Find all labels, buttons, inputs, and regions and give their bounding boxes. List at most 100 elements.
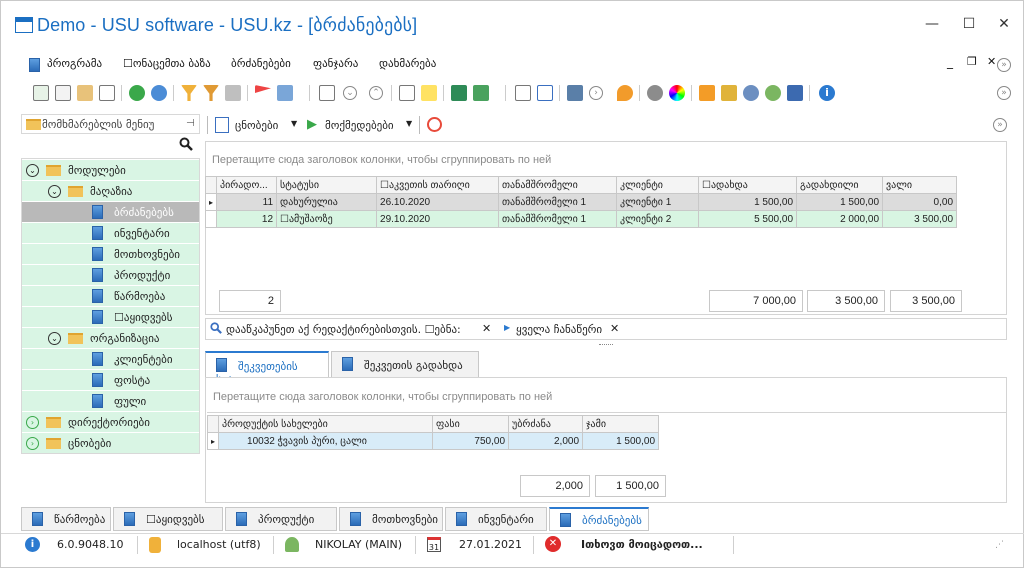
- excel-export-icon[interactable]: [451, 85, 467, 101]
- users-icon[interactable]: [765, 85, 781, 101]
- table-cell[interactable]: 26.10.2020: [376, 193, 500, 211]
- window-tab[interactable]: პროდუქტი: [225, 507, 337, 531]
- column-header[interactable]: უბრძანა: [508, 415, 584, 433]
- window-tab[interactable]: ბრძანებებს: [549, 507, 649, 531]
- column-header[interactable]: პროდუქტის სახელები: [218, 415, 434, 433]
- menu-window[interactable]: ფანჯარა: [313, 57, 358, 70]
- table-cell[interactable]: 11: [216, 193, 278, 211]
- sidebar-item[interactable]: › დირექტორიები: [22, 412, 199, 432]
- window-tab[interactable]: ☐აყიდვებს: [113, 507, 223, 531]
- sidebar-item[interactable]: ფოსტა: [22, 370, 199, 390]
- export-icon[interactable]: [473, 85, 489, 101]
- table-cell[interactable]: 12: [216, 210, 278, 228]
- sidebar-item[interactable]: › ცნობები: [22, 433, 199, 453]
- close-button[interactable]: ✕: [997, 17, 1011, 31]
- collapse-icon[interactable]: ⌄: [48, 185, 61, 198]
- filter-bar[interactable]: დააწკაპუნეთ აქ რედაქტირებისთვის. ☐ებნა: …: [205, 318, 1007, 340]
- pin-icon[interactable]: ⊣: [186, 118, 195, 129]
- menu-collapse-icon[interactable]: »: [997, 58, 1011, 72]
- user-icon[interactable]: [743, 85, 759, 101]
- table-cell[interactable]: 750,00: [432, 432, 510, 450]
- window-tab[interactable]: წარმოება: [21, 507, 111, 531]
- sidebar-item[interactable]: პროდუქტი: [22, 265, 199, 285]
- column-header[interactable]: სტატუსი: [276, 176, 378, 194]
- sidebar-item[interactable]: ⌄ მაღაზია: [22, 181, 199, 201]
- menu-database[interactable]: ☐ონაცემთა ბაზა: [123, 57, 211, 70]
- filter-clear-icon[interactable]: [203, 85, 219, 101]
- note-icon[interactable]: [421, 85, 437, 101]
- table-cell[interactable]: თანამშრომელი 1: [498, 210, 618, 228]
- rss-icon[interactable]: [699, 85, 715, 101]
- sidebar-item[interactable]: კლიენტები: [22, 349, 199, 369]
- mdi-restore-icon[interactable]: ❐: [967, 55, 977, 68]
- table-cell[interactable]: 10032 ჭვავის პური, ცალი: [218, 432, 434, 450]
- sidebar-item[interactable]: ⌄ მოდულები: [22, 160, 199, 180]
- table-row[interactable]: ▸ 11 დახურულია 26.10.2020 თანამშრომელი 1 კლიე…: [204, 193, 958, 211]
- collapse-all-icon[interactable]: ⌃: [369, 86, 383, 100]
- column-header[interactable]: ☐ადახდა: [698, 176, 798, 194]
- resize-grip-icon[interactable]: ⋰: [995, 540, 1004, 550]
- table-cell[interactable]: 29.10.2020: [376, 210, 500, 228]
- minimize-button[interactable]: —: [925, 17, 939, 31]
- column-header[interactable]: ფასი: [432, 415, 510, 433]
- column-header[interactable]: თანამშრომელი: [498, 176, 618, 194]
- collapse-icon[interactable]: ⌄: [26, 164, 39, 177]
- search-icon[interactable]: [151, 85, 167, 101]
- expand-all-icon[interactable]: ⌄: [343, 86, 357, 100]
- window-tab[interactable]: მოთხოვნები: [339, 507, 443, 531]
- menu-program[interactable]: პროგრამა: [47, 57, 102, 70]
- table-row[interactable]: ▸ 10032 ჭვავის პური, ცალი 750,00 2,000 1 500…: [206, 432, 660, 450]
- new-window-icon[interactable]: [515, 85, 531, 101]
- info-icon[interactable]: i: [819, 85, 835, 101]
- pin-icon[interactable]: [787, 85, 803, 101]
- table-cell[interactable]: 5 500,00: [698, 210, 798, 228]
- sidebar-item[interactable]: ⌄ ორგანიზაცია: [22, 328, 199, 348]
- filter-clear-icon[interactable]: ✕: [482, 322, 491, 335]
- table-row[interactable]: 12 ☐ამუშაოზე 29.10.2020 თანამშრომელი 1 კლიენ…: [204, 210, 958, 228]
- tab-order-payment[interactable]: შეკვეთის გადახდა: [331, 351, 479, 377]
- mdi-minimize-icon[interactable]: _: [947, 55, 953, 69]
- column-header[interactable]: ☐აკვეთის თარიღი: [376, 176, 500, 194]
- table-cell[interactable]: კლიენტი 2: [616, 210, 700, 228]
- table-cell[interactable]: 0,00: [882, 193, 958, 211]
- table-cell[interactable]: 1 500,00: [796, 193, 884, 211]
- table-cell[interactable]: 2 000,00: [796, 210, 884, 228]
- copy-icon[interactable]: [55, 85, 71, 101]
- power-icon[interactable]: [427, 117, 442, 132]
- table-cell[interactable]: კლიენტი 1: [616, 193, 700, 211]
- gear-icon[interactable]: [647, 85, 663, 101]
- table-cell[interactable]: 1 500,00: [698, 193, 798, 211]
- filter-icon[interactable]: [181, 85, 197, 101]
- window-icon[interactable]: [537, 85, 553, 101]
- location-icon[interactable]: [617, 85, 633, 101]
- table-cell[interactable]: 3 500,00: [882, 210, 958, 228]
- sidebar-item[interactable]: მოთხოვნები: [22, 244, 199, 264]
- add-row-icon[interactable]: [399, 85, 415, 101]
- reports-menu[interactable]: ცნობები: [235, 119, 278, 132]
- splitter-handle[interactable]: [599, 344, 613, 346]
- window-tab[interactable]: ინვენტარი: [445, 507, 547, 531]
- refresh-icon[interactable]: [33, 85, 49, 101]
- table-cell[interactable]: 2,000: [508, 432, 584, 450]
- column-header[interactable]: ჯამი: [582, 415, 660, 433]
- table-cell[interactable]: თანამშრომელი 1: [498, 193, 618, 211]
- flag-icon[interactable]: [255, 85, 271, 93]
- search-icon[interactable]: [179, 137, 193, 151]
- sidebar-item[interactable]: ბრძანებებს: [22, 202, 199, 222]
- document-icon[interactable]: [99, 85, 115, 101]
- table-cell[interactable]: 1 500,00: [582, 432, 660, 450]
- lock-icon[interactable]: [721, 85, 737, 101]
- filter-settings-icon[interactable]: [225, 85, 241, 101]
- color-wheel-icon[interactable]: [669, 85, 685, 101]
- collapse-icon[interactable]: ⌄: [48, 332, 61, 345]
- content-collapse-icon[interactable]: »: [993, 118, 1007, 132]
- expand-icon[interactable]: ›: [26, 437, 39, 450]
- image-icon[interactable]: [277, 85, 293, 101]
- exit-icon[interactable]: [567, 85, 583, 101]
- menu-commands[interactable]: ბრძანებები: [231, 57, 291, 70]
- sync-icon[interactable]: [129, 85, 145, 101]
- actions-menu[interactable]: მოქმედებები: [325, 119, 394, 132]
- sidebar-item[interactable]: წარმოება: [22, 286, 199, 306]
- sidebar-item[interactable]: ინვენტარი: [22, 223, 199, 243]
- insert-icon[interactable]: [319, 85, 335, 101]
